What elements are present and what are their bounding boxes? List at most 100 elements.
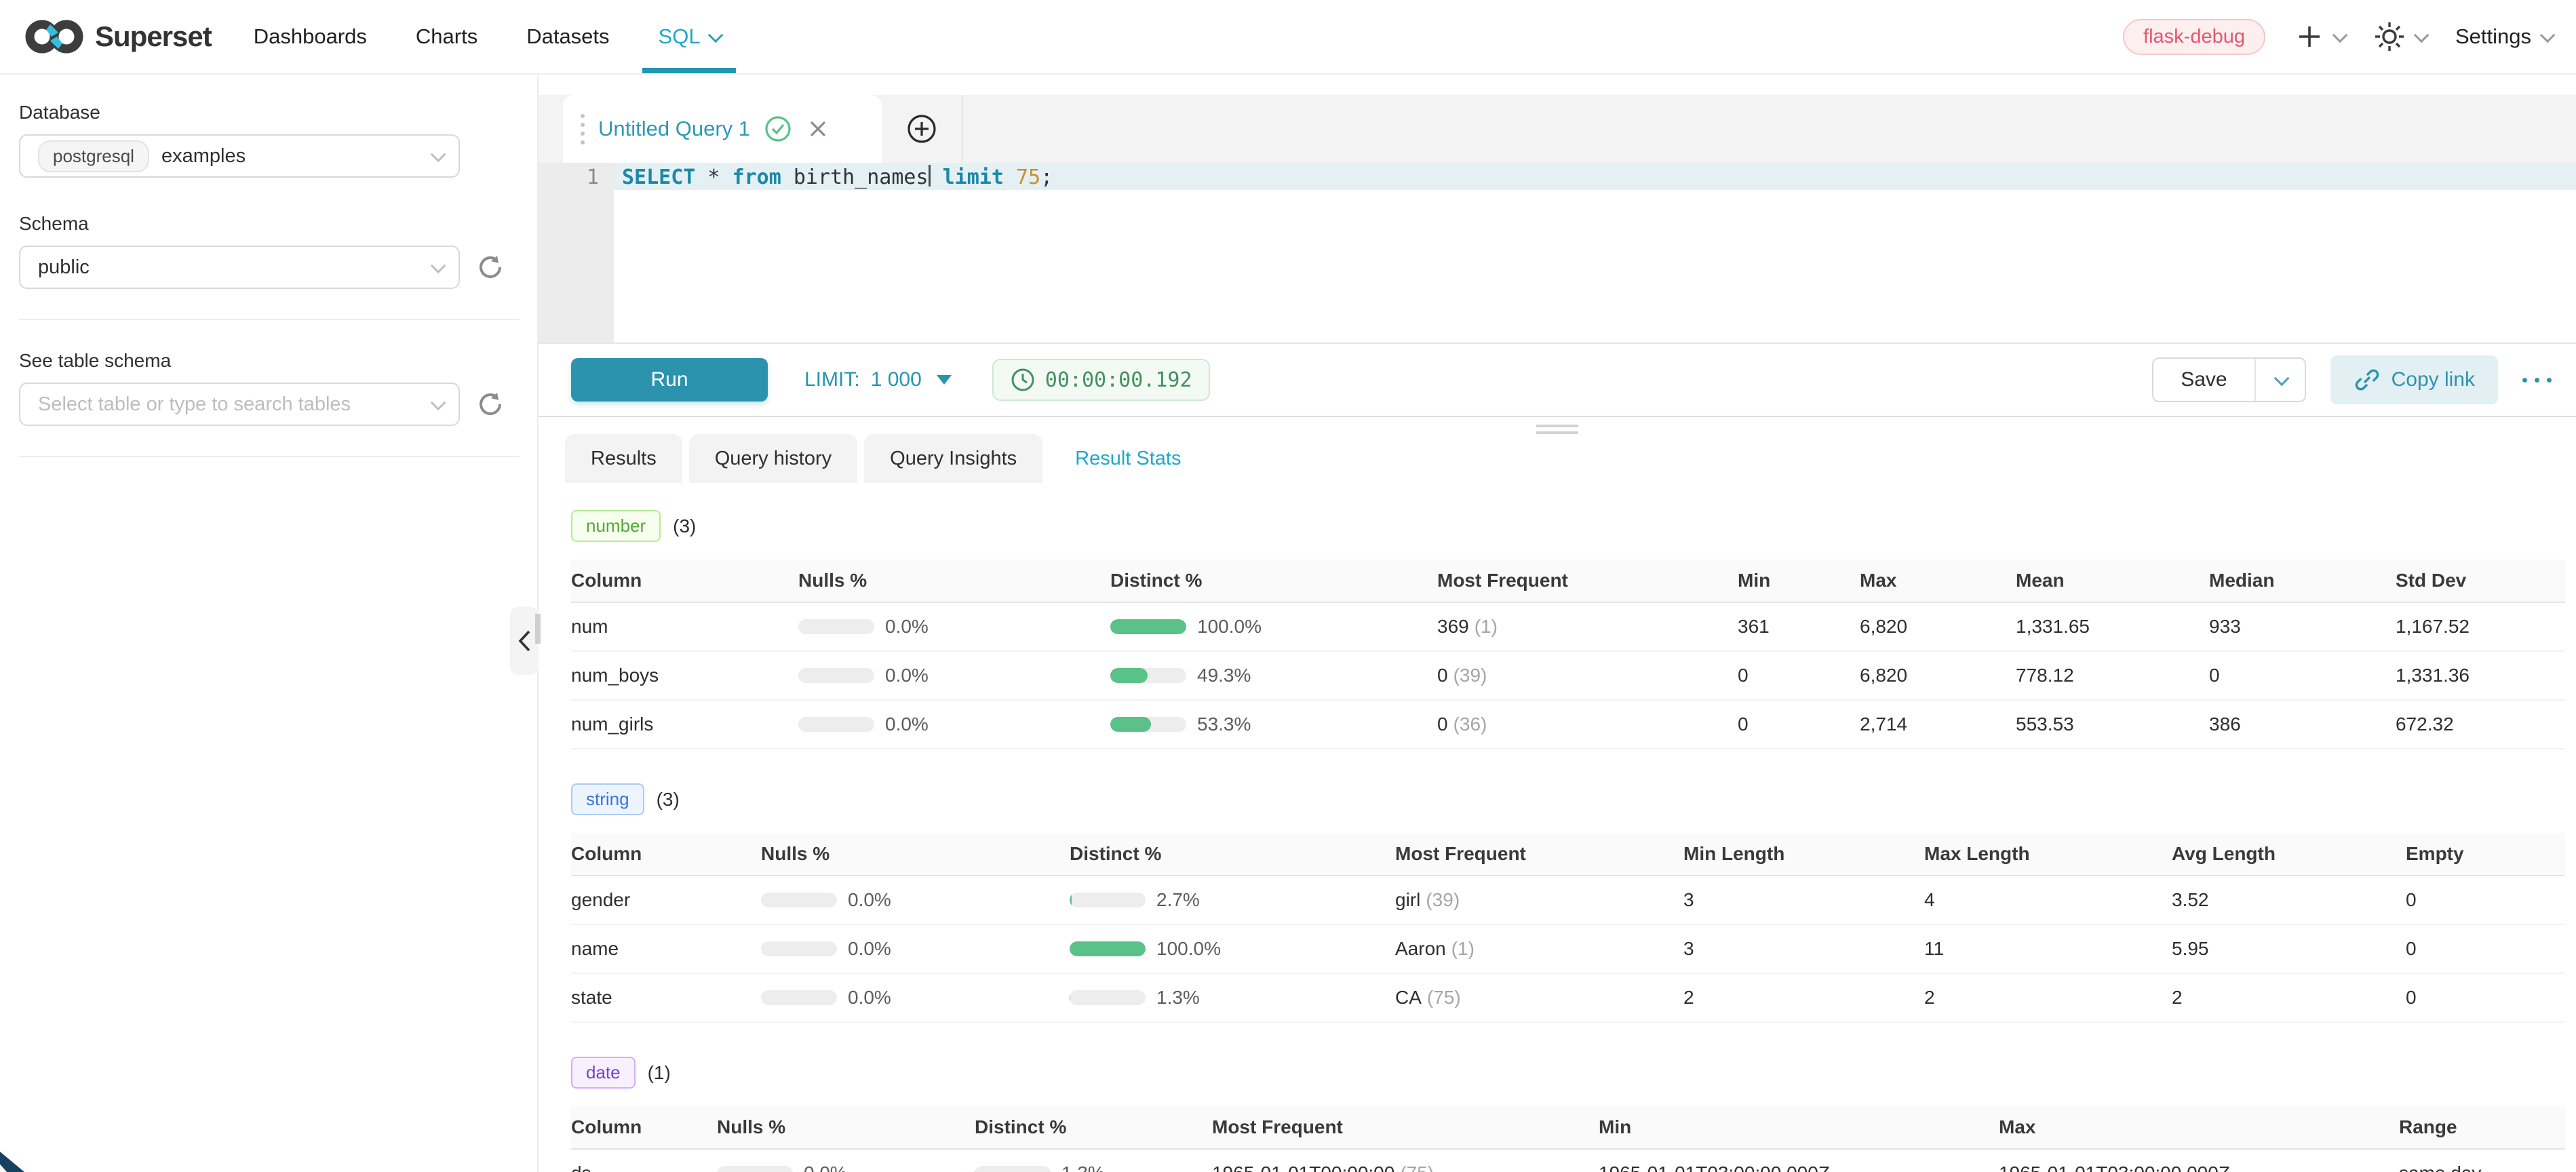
progress-bar [761,941,837,956]
save-button[interactable]: Save [2153,359,2254,401]
run-button[interactable]: Run [571,358,768,402]
column-header: Distinct % [975,1116,1212,1138]
copy-link-button[interactable]: Copy link [2330,355,2498,404]
table-cell: 386 [2209,714,2396,735]
query-timer-value: 00:00:00.192 [1045,368,1192,392]
superset-logo[interactable]: Superset [23,17,212,56]
sql-editor[interactable]: 1 SELECT * from birth_names limit 75; [539,163,2576,343]
percent-label: 1.3% [1061,1163,1105,1172]
column-header: Max [1999,1116,2399,1138]
table-cell: 778.12 [2016,665,2209,686]
progress-bar-fill [1110,717,1151,732]
sidebar-scrollbar-thumb[interactable] [535,614,541,644]
sql-token: birth_names [781,165,929,189]
copy-link-label: Copy link [2392,368,2475,391]
frequent-value: Aaron [1395,938,1446,959]
chevron-down-icon [2273,371,2289,387]
limit-dropdown[interactable]: LIMIT: 1 000 [804,368,952,391]
database-select[interactable]: postgresql examples [19,134,460,178]
percent-label: 53.3% [1197,714,1251,735]
percent-label: 1.3% [1156,987,1200,1009]
nav-item-sql[interactable]: SQL [659,0,720,73]
database-engine-tag: postgresql [38,140,149,172]
column-header: Mean [2016,570,2209,591]
drag-handle-icon[interactable] [581,114,585,144]
table-row: num_girls0.0%53.3%0(36)02,714553.5338667… [571,701,2565,749]
nav-item-dashboards[interactable]: Dashboards [254,0,367,73]
refresh-icon [475,252,506,283]
most-frequent-cell: 0(39) [1437,665,1738,686]
add-query-tab-button[interactable] [882,95,963,163]
table-cell: 2,714 [1860,714,2016,735]
sql-token: * [695,165,732,189]
sqllab-main: Untitled Query 1 1 SELECT * from birth_n… [539,75,2576,1172]
new-item-button[interactable] [2295,22,2344,51]
theme-toggle-button[interactable] [2374,21,2425,52]
query-tab[interactable]: Untitled Query 1 [563,95,882,163]
query-timer-badge: 00:00:00.192 [992,359,1210,401]
percent-bar-cell: 0.0% [798,616,1110,638]
frequent-count: (39) [1426,889,1460,910]
column-count: (3) [657,789,680,810]
tab-query-history[interactable]: Query history [689,434,857,483]
sidebar-divider [19,456,520,457]
table-cell: 0 [1738,665,1860,686]
percent-label: 0.0% [885,714,929,735]
schema-select[interactable]: public [19,246,460,289]
percent-bar-cell: 53.3% [1110,714,1437,735]
column-header: Avg Length [2172,843,2406,865]
tab-result-stats[interactable]: Result Stats [1049,434,1207,483]
progress-bar [761,893,837,907]
progress-bar [1110,668,1186,683]
percent-label: 0.0% [848,938,891,960]
table-header-row: ColumnNulls %Distinct %Most FrequentMinM… [571,1106,2565,1150]
column-header: Min [1738,570,1860,591]
nav-item-charts[interactable]: Charts [416,0,477,73]
save-split-button[interactable]: Save [2152,357,2305,402]
column-header: Distinct % [1070,843,1395,865]
stats-section-date: date(1)ColumnNulls %Distinct %Most Frequ… [571,1057,2565,1172]
frequent-value: 369 [1437,616,1469,637]
table-cell: num_girls [571,714,798,735]
table-cell: 1965-01-01T03:00:00.000Z [1999,1163,2399,1172]
progress-bar [975,1166,1051,1172]
column-header: Max [1860,570,2016,591]
more-actions-button[interactable] [2522,378,2552,383]
nav-item-datasets[interactable]: Datasets [526,0,609,73]
percent-bar-cell: 0.0% [798,665,1110,686]
sql-code-line[interactable]: SELECT * from birth_names limit 75; [622,164,1053,191]
percent-bar-cell: 0.0% [717,1163,975,1172]
tab-results[interactable]: Results [565,434,682,483]
top-nav-right: flask-debug Settings [2123,19,2552,55]
table-cell: num_boys [571,665,798,686]
table-cell: 2 [2172,987,2406,1009]
table-cell: 0 [2406,938,2565,960]
close-tab-icon[interactable] [806,117,830,141]
percent-bar-cell: 100.0% [1110,616,1437,638]
settings-menu[interactable]: Settings [2455,24,2552,49]
line-number: 1 [587,164,599,191]
table-cell: 3 [1683,889,1924,911]
table-cell: 672.32 [2396,714,2565,735]
nav-item-label: SQL [659,24,701,49]
table-schema-label: See table schema [19,350,520,372]
refresh-tables-button[interactable] [475,389,506,420]
table-row: gender0.0%2.7%girl(39)343.520 [571,876,2565,925]
save-dropdown-button[interactable] [2255,359,2305,401]
table-select[interactable]: Select table or type to search tables [19,383,460,426]
table-cell: 11 [1924,938,2172,960]
percent-bar-cell: 0.0% [761,938,1070,960]
refresh-schemas-button[interactable] [475,252,506,283]
table-cell: 0 [1738,714,1860,735]
tab-query-insights[interactable]: Query Insights [864,434,1042,483]
most-frequent-cell: CA(75) [1395,987,1683,1009]
column-header: Nulls % [717,1116,975,1138]
sql-token: from [733,165,781,189]
table-cell: 6,820 [1860,665,2016,686]
stats-table-number: ColumnNulls %Distinct %Most FrequentMinM… [571,560,2565,749]
progress-bar-fill [1070,893,1072,907]
limit-value: 1 000 [871,368,922,391]
collapse-sidebar-button[interactable] [510,607,539,675]
main-nav: Dashboards Charts Datasets SQL [254,0,720,73]
table-cell: 553.53 [2016,714,2209,735]
